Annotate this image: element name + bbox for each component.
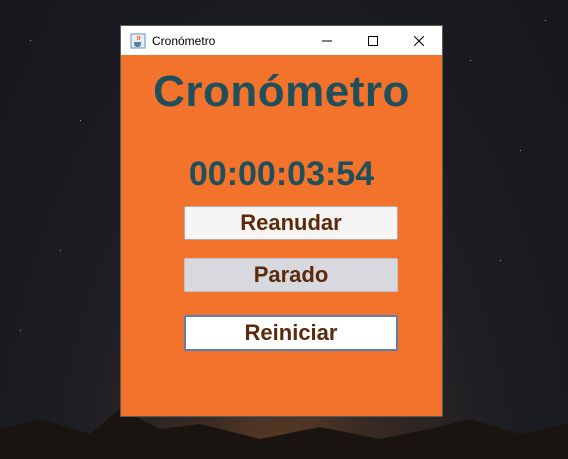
- java-cup-icon: [130, 33, 146, 48]
- resume-button[interactable]: Reanudar: [184, 206, 398, 240]
- app-heading: Cronómetro: [153, 67, 410, 116]
- window-title: Cronómetro: [152, 33, 216, 48]
- stopwatch-window: Cronómetro Cronómetro 00:00:03:54 Reanud…: [121, 26, 442, 416]
- stop-button[interactable]: Parado: [184, 258, 398, 292]
- stopwatch-panel: Cronómetro 00:00:03:54 Reanudar Parado R…: [121, 55, 442, 416]
- reset-button[interactable]: Reiniciar: [184, 315, 398, 351]
- title-bar: Cronómetro: [121, 26, 442, 55]
- close-button[interactable]: [396, 26, 442, 55]
- maximize-icon: [368, 35, 378, 46]
- maximize-button[interactable]: [350, 26, 396, 55]
- minimize-icon: [322, 40, 332, 41]
- minimize-button[interactable]: [304, 26, 350, 55]
- elapsed-time-display: 00:00:03:54: [188, 155, 375, 193]
- close-icon: [414, 35, 424, 46]
